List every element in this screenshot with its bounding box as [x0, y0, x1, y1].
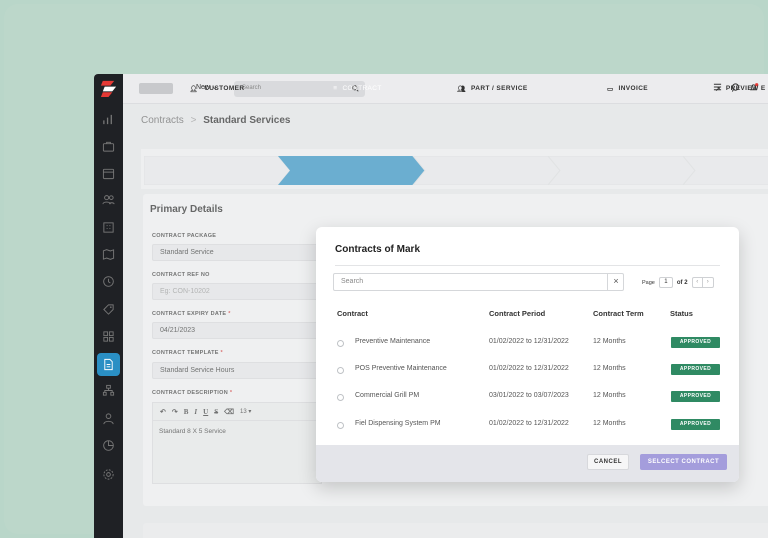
users-icon: 👥︎: [457, 85, 466, 93]
sitemap-icon[interactable]: [101, 383, 116, 398]
step-invoice-label: INVOICE: [618, 85, 649, 92]
folder-icon: ▭: [606, 85, 614, 93]
page-number-input[interactable]: 1: [658, 277, 673, 288]
status-badge: APPROVED: [671, 364, 720, 375]
table-row[interactable]: Fiel Dispensing System PM 01/02/2022 to …: [316, 413, 739, 440]
contract-name: Preventive Maintenance: [355, 338, 431, 345]
contract-name: Commercial Grill PM: [355, 392, 420, 399]
modal-title: Contracts of Mark: [335, 244, 421, 255]
step-part-service[interactable]: 👥︎ PART / SERVICE: [425, 74, 560, 103]
contract-term: 12 Months: [593, 365, 626, 372]
map-icon[interactable]: [101, 247, 116, 262]
column-status[interactable]: Status: [670, 309, 693, 318]
contracts-icon[interactable]: [97, 353, 120, 376]
clear-search-icon[interactable]: ×: [607, 273, 624, 291]
status-badge: APPROVED: [671, 391, 720, 402]
modal-footer: CANCEL SELCECT CONTRACT: [316, 445, 739, 482]
prev-page-icon[interactable]: ‹: [693, 278, 703, 287]
person-icon[interactable]: [101, 411, 116, 426]
row-radio[interactable]: [337, 340, 344, 347]
step-invoice[interactable]: ▭ INVOICE: [560, 74, 695, 103]
page-nav: ‹ ›: [691, 277, 714, 288]
page-label: Page: [642, 279, 655, 286]
step-part-service-label: PART / SERVICE: [471, 85, 528, 92]
grid-icon[interactable]: [101, 329, 116, 344]
contract-period: 01/02/2022 to 12/31/2022: [489, 365, 569, 372]
page-total: of 2: [676, 279, 688, 286]
tag-icon[interactable]: [101, 302, 116, 317]
column-term[interactable]: Contract Term: [593, 309, 644, 318]
modal-divider: [335, 265, 720, 266]
document-icon: ≡: [333, 85, 338, 92]
cancel-button[interactable]: CANCEL: [587, 454, 629, 470]
contract-term: 12 Months: [593, 420, 626, 427]
briefcase-icon[interactable]: [101, 139, 116, 154]
contract-term: 12 Months: [593, 338, 626, 345]
step-preview[interactable]: ↗ PREVIEW E: [695, 74, 768, 103]
team-icon[interactable]: [101, 192, 116, 207]
pie-chart-icon[interactable]: [101, 438, 116, 453]
contracts-modal: Contracts of Mark Search × Page 1 of 2 ‹…: [316, 227, 739, 482]
brand-logo: [100, 80, 117, 98]
step-preview-label: PREVIEW E: [725, 85, 766, 92]
calendar-icon[interactable]: [101, 166, 116, 181]
sidebar: [94, 74, 123, 538]
next-page-icon[interactable]: ›: [702, 278, 713, 287]
step-contract[interactable]: ≡ CONTRACT: [290, 74, 425, 103]
column-contract[interactable]: Contract: [337, 309, 368, 318]
row-radio[interactable]: [337, 422, 344, 429]
status-badge: APPROVED: [671, 337, 720, 348]
contract-period: 03/01/2022 to 03/07/2023: [489, 392, 569, 399]
chart-icon[interactable]: [101, 112, 116, 127]
table-row[interactable]: POS Preventive Maintenance 01/02/2022 to…: [316, 358, 739, 385]
select-contract-button[interactable]: SELCECT CONTRACT: [640, 454, 727, 470]
pagination: Page 1 of 2 ‹ ›: [642, 277, 714, 288]
step-customer[interactable]: 👤︎ CUSTOMER: [144, 74, 290, 103]
step-customer-label: CUSTOMER: [204, 85, 245, 92]
table-row[interactable]: Commercial Grill PM 03/01/2022 to 03/07/…: [316, 385, 739, 412]
contract-term: 12 Months: [593, 392, 626, 399]
modal-search-input[interactable]: Search: [333, 273, 624, 291]
building-icon[interactable]: [101, 220, 116, 235]
arrow-icon: ↗: [715, 85, 721, 93]
contract-name: POS Preventive Maintenance: [355, 365, 447, 372]
table-row[interactable]: Preventive Maintenance 01/02/2022 to 12/…: [316, 331, 739, 358]
contract-period: 01/02/2022 to 12/31/2022: [489, 338, 569, 345]
column-period[interactable]: Contract Period: [489, 309, 545, 318]
contract-name: Fiel Dispensing System PM: [355, 420, 441, 427]
status-badge: APPROVED: [671, 419, 720, 430]
clock-icon[interactable]: [101, 274, 116, 289]
user-icon: 👤︎: [189, 85, 199, 93]
step-contract-label: CONTRACT: [342, 85, 382, 92]
contract-period: 01/02/2022 to 12/31/2022: [489, 420, 569, 427]
settings-icon[interactable]: [101, 467, 116, 482]
row-radio[interactable]: [337, 367, 344, 374]
row-radio[interactable]: [337, 394, 344, 401]
